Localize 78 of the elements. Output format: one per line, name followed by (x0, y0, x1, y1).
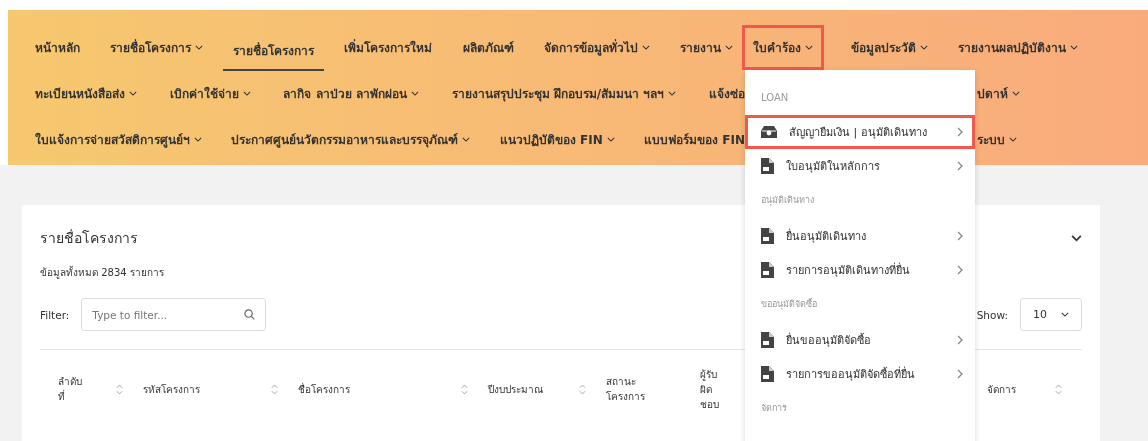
menu-item[interactable]: ใบอนุมัติในหลักการ (745, 148, 975, 183)
menu-item[interactable]: รายการขออนุมัติจัดซื้อที่ยื่น (745, 356, 975, 391)
filter-field[interactable]: Type to filter... (81, 298, 267, 331)
document-icon (761, 365, 774, 382)
column-header[interactable]: ชื่อโครงการ (298, 381, 488, 397)
nav-menu-item[interactable]: รายงานสรุปประชุม ฝึกอบรม/สัมมนา ฯลฯ (451, 77, 677, 109)
document-icon (761, 261, 774, 278)
record-count: ข้อมูลทั้งหมด 2834 รายการ (40, 265, 164, 280)
nav-menu-item[interactable]: ระบบ (977, 123, 1017, 155)
nav-menu-item[interactable]: ใบแจ้งการจ่ายสวัสดิการศูนย์ฯ (35, 123, 202, 155)
chevron-down-icon (462, 136, 471, 142)
cash-drawer-icon (761, 124, 777, 139)
menu-section-header: จัดการ (760, 401, 788, 415)
chevron-down-icon (242, 90, 251, 96)
sort-icon (579, 383, 586, 395)
chevron-right-icon (957, 230, 963, 241)
nav-menu-item[interactable]: รายชื่อโครงการ (223, 34, 325, 71)
chevron-down-icon[interactable] (1071, 234, 1082, 242)
document-icon (761, 227, 774, 244)
chevron-right-icon (957, 334, 963, 345)
document-icon (761, 331, 774, 348)
chevron-right-icon (957, 160, 963, 171)
card-title: รายชื่อโครงการ (40, 228, 138, 248)
nav-menu-item[interactable]: เพิ่มโครงการใหม่ (344, 31, 433, 63)
menu-section-header: LOAN (760, 90, 790, 105)
menu-section-header: อนุมัติเดินทาง (760, 193, 815, 208)
nav-menu-item[interactable]: ผลิตภัณฑ์ (462, 31, 514, 63)
chevron-down-icon (1061, 312, 1069, 317)
nav-menu-item[interactable]: รายงานผลปฏิบัติงาน (958, 31, 1078, 63)
chevron-down-icon (805, 44, 813, 50)
chevron-down-icon (724, 44, 733, 50)
search-icon (244, 309, 256, 320)
chevron-down-icon (668, 90, 677, 96)
document-icon (761, 157, 774, 174)
column-header[interactable]: ลำดับที่ (40, 374, 143, 404)
column-header[interactable]: รหัสโครงการ (143, 381, 298, 397)
nav-menu-item[interactable]: แนวปฏิบัติของ FIN (499, 123, 615, 155)
sort-icon (116, 383, 123, 395)
sort-icon (461, 383, 468, 395)
menu-item[interactable]: ยื่นอนุมัติเดินทาง (745, 218, 975, 253)
chevron-down-icon (1009, 136, 1017, 142)
chevron-down-icon (641, 44, 650, 50)
filter-label: Filter: (40, 308, 70, 321)
nav-menu-item[interactable]: แจ้งซ่อ (709, 77, 745, 109)
chevron-down-icon (410, 90, 419, 96)
nav-menu-item[interactable]: ใบคำร้อง (745, 27, 821, 67)
column-header[interactable]: ปีงบประมาณ (488, 381, 606, 397)
nav-menu-item[interactable]: รายชื่อโครงการ (110, 31, 204, 63)
nav-menu-item[interactable]: แบบฟอร์มของ FIN (644, 123, 745, 155)
nav-menu-item[interactable]: รายงาน (679, 31, 733, 63)
chevron-down-icon (195, 44, 204, 50)
chevron-right-icon (957, 264, 963, 275)
sort-icon (271, 383, 278, 395)
nav-menu-item[interactable]: จัดการข้อมูลทั่วไป (543, 31, 650, 63)
column-header[interactable]: สถานะโครงการ (606, 374, 700, 404)
chevron-down-icon (129, 90, 137, 96)
chevron-down-icon (1012, 90, 1020, 96)
sort-icon (1055, 383, 1062, 395)
page-size-select[interactable]: 10 (1020, 298, 1082, 331)
menu-section-header: ขออนุมัติจัดซื้อ (760, 297, 818, 312)
menu-item[interactable]: สัญญายืมเงิน | อนุมัติเดินทาง (745, 114, 975, 149)
chevron-down-icon (1070, 44, 1078, 50)
chevron-down-icon (920, 44, 928, 50)
nav-menu-item[interactable]: หน้าหลัก (35, 31, 80, 63)
chevron-right-icon (957, 126, 963, 137)
nav-menu-item[interactable]: ทะเบียนหนังสือส่ง (35, 77, 137, 109)
menu-item[interactable]: รายการอนุมัติเดินทางที่ยื่น (745, 252, 975, 287)
chevron-right-icon (957, 368, 963, 379)
nav-menu-item[interactable]: ปดาห์ (977, 77, 1020, 109)
chevron-down-icon (606, 136, 615, 142)
chevron-down-icon (194, 136, 202, 142)
nav-menu-item[interactable]: ข้อมูลประวัติ (851, 31, 928, 63)
show-label: Show: (976, 308, 1008, 321)
column-header[interactable]: จัดการ (987, 381, 1082, 397)
nav-menu-item[interactable]: ลากิจ ลาป่วย ลาพักผ่อน (283, 77, 419, 109)
nav-menu-item[interactable]: เบิกค่าใช้จ่าย (169, 77, 251, 109)
menu-item[interactable]: ยื่นขออนุมัติจัดซื้อ (745, 322, 975, 357)
nav-menu-item[interactable]: ประกาศศูนย์นวัตกรรมอาหารและบรรจุภัณฑ์ (231, 123, 471, 155)
